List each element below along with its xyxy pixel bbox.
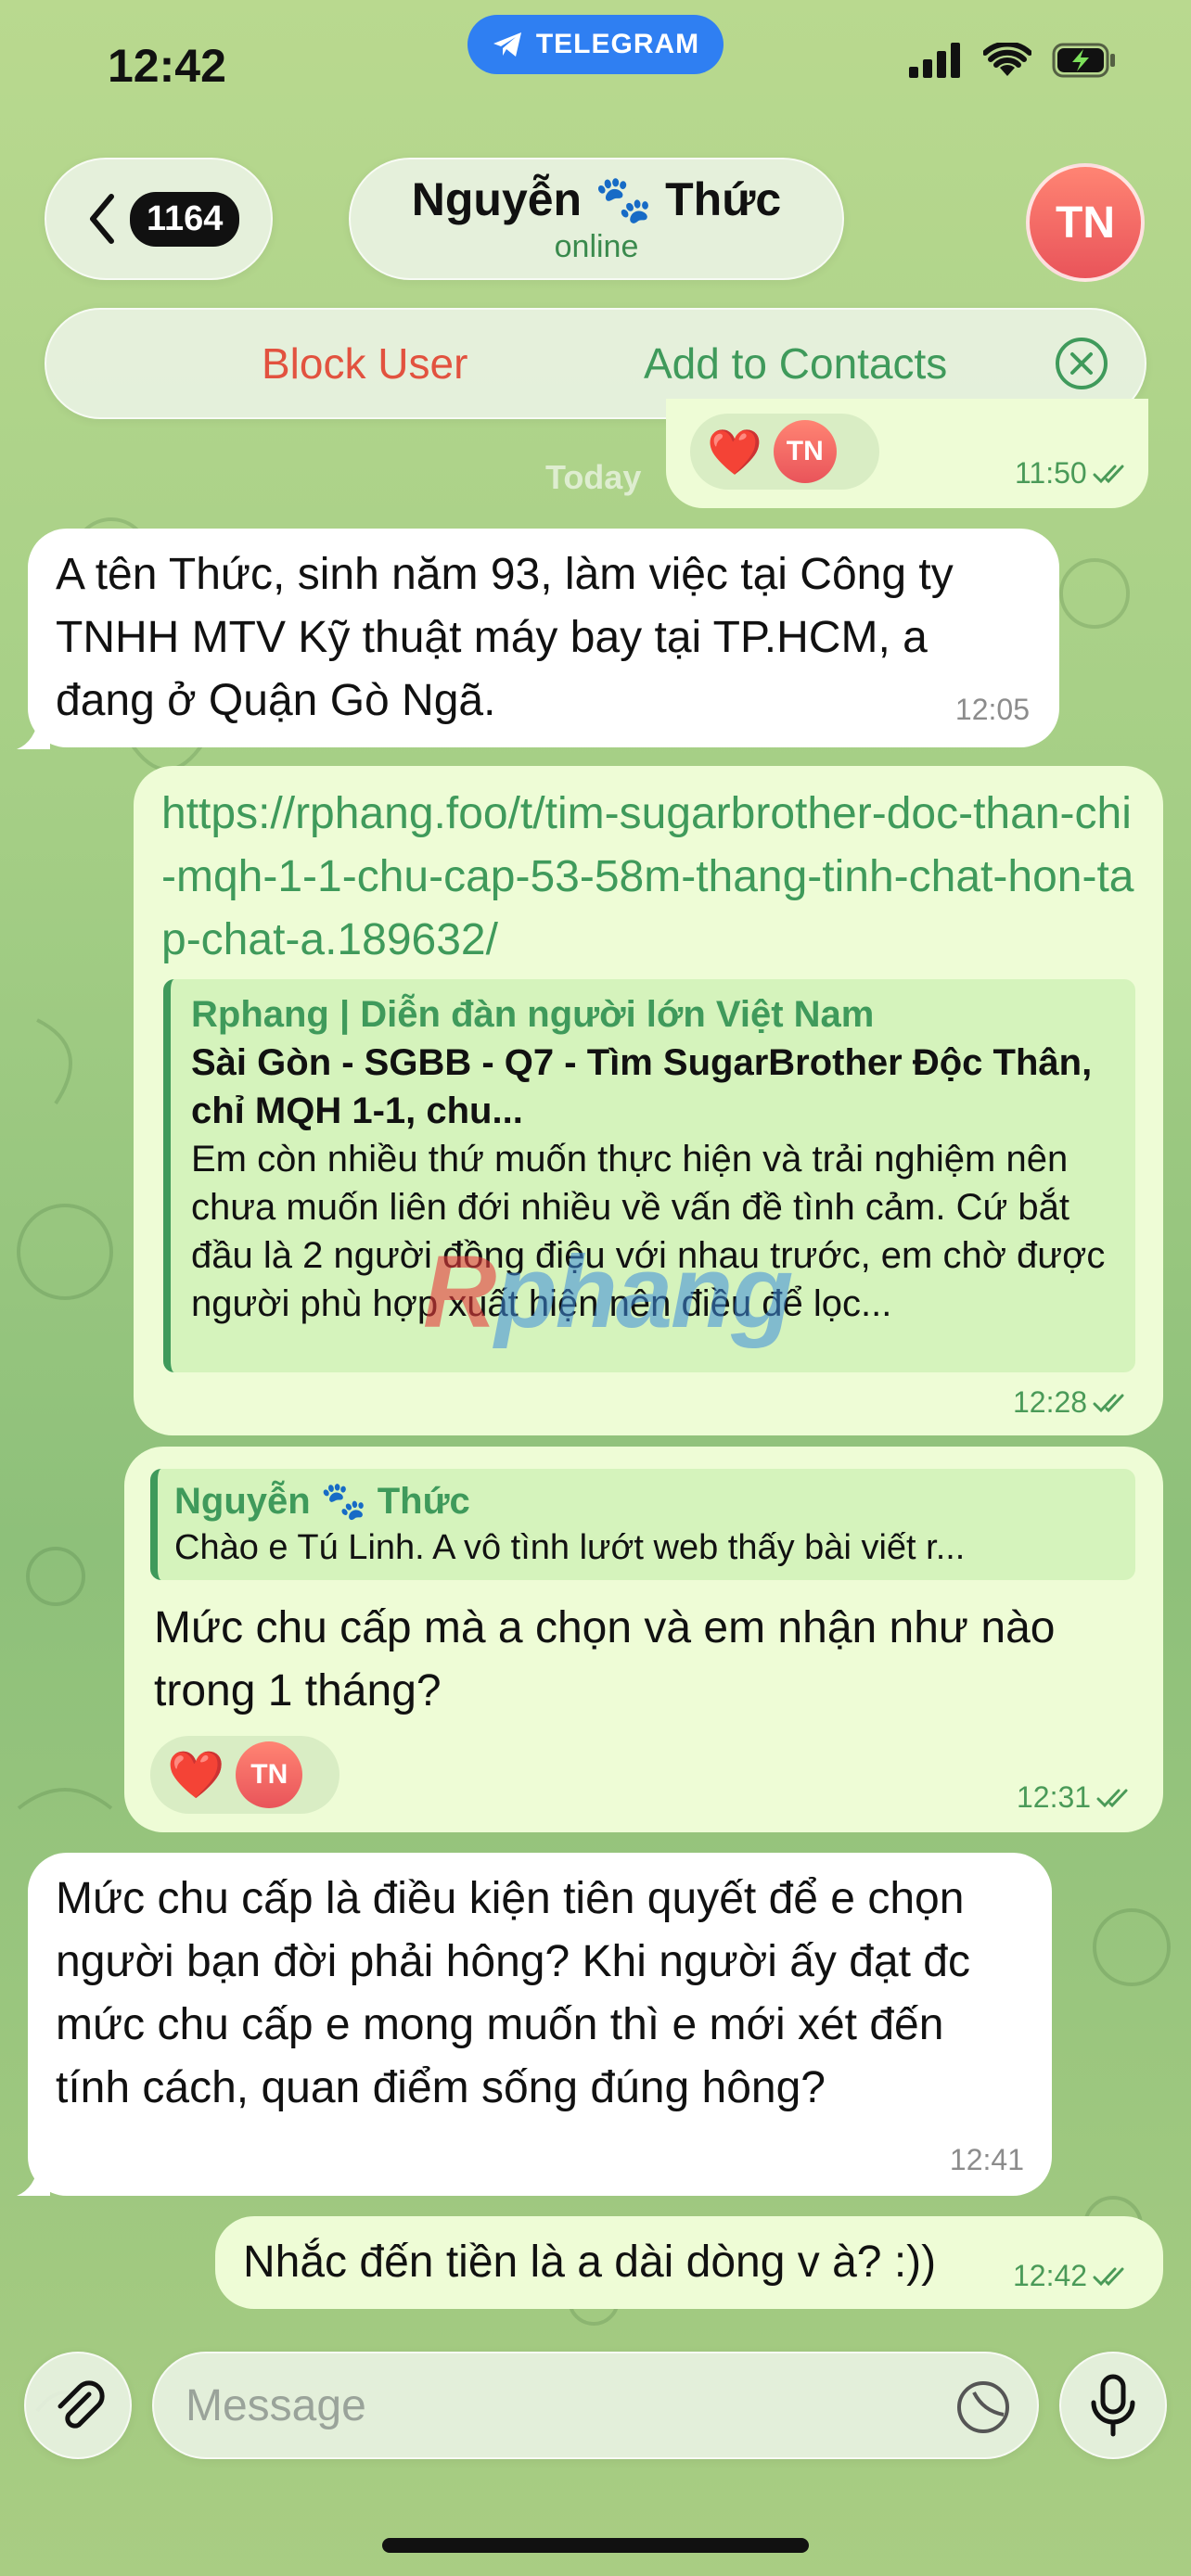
message-time: 12:05 [954,693,1030,726]
paperclip-icon [58,2380,105,2429]
bubble-tail [17,716,50,749]
telegram-pill-label: TELEGRAM [535,29,700,59]
double-check-icon [1093,465,1124,483]
wifi-icon [983,43,1031,76]
microphone-button[interactable] [1059,2352,1167,2459]
watermark-logo: Rphang [423,1235,793,1349]
status-time: 12:42 [108,40,226,92]
message-text: Nhắc đến tiền là a dài dòng v à? :)) [243,2238,937,2287]
message-text: Mức chu cấp mà a chọn và em nhận như nào… [154,1603,1056,1715]
link-preview-site: Rphang | Diễn đàn người lớn Việt Nam [191,994,875,1035]
link-preview-title: Sài Gòn - SGBB - Q7 - Tìm SugarBrother Đ… [191,1042,1093,1131]
signal-icon [909,43,960,78]
back-button[interactable]: 1164 [45,158,273,280]
message-text: A tên Thức, sinh năm 93, làm việc tại Cô… [56,550,954,725]
message-field[interactable] [186,2379,946,2431]
contact-avatar[interactable]: TN [1026,163,1145,282]
bubble-tail [17,2162,50,2196]
message-reaction[interactable]: ❤️ TN [690,414,879,490]
chevron-left-icon [90,194,114,244]
watermark-initial: R [423,1235,496,1349]
attach-button[interactable] [24,2352,132,2459]
sticker-icon[interactable] [955,2379,1011,2435]
block-user-button[interactable]: Block User [262,338,467,389]
message-bubble-incoming[interactable]: A tên Thức, sinh năm 93, làm việc tại Cô… [28,529,1059,747]
double-check-icon [1093,1394,1124,1412]
reply-author: Nguyễn 🐾 Thức [174,1481,470,1522]
heart-reaction-icon: ❤️ [167,1748,225,1801]
unread-count-badge: 1164 [130,191,240,247]
battery-charging-icon [1052,43,1115,78]
telegram-icon [493,32,521,57]
message-time: 12:31 [1017,1780,1133,1815]
date-separator: Today [545,458,642,496]
heart-reaction-icon: ❤️ [707,427,762,478]
home-indicator[interactable] [382,2538,809,2553]
contact-status: online [554,229,639,264]
add-to-contacts-button[interactable]: Add to Contacts [644,338,947,389]
double-check-icon [1093,2267,1124,2286]
contact-name: Nguyễn 🐾 Thức [411,173,782,225]
message-text: Mức chu cấp là điều kiện tiên quyết để e… [56,1874,970,2112]
message-bubble-incoming[interactable]: Mức chu cấp là điều kiện tiên quyết để e… [28,1853,1052,2196]
reply-text: Chào e Tú Linh. A vô tình lướt web thấy … [174,1528,966,1567]
status-indicators [909,43,1117,78]
message-time: 12:28 [1013,1385,1130,1420]
microphone-icon [1091,2374,1135,2437]
message-time: 11:50 [1015,456,1130,491]
double-check-icon [1096,1789,1128,1807]
close-circle-icon[interactable] [1054,336,1109,391]
message-time: 12:41 [949,2143,1024,2176]
reaction-avatar: TN [236,1741,303,1808]
reply-quote[interactable]: Nguyễn 🐾 Thức Chào e Tú Linh. A vô tình … [150,1469,1135,1580]
telegram-source-pill[interactable]: TELEGRAM [467,15,724,74]
message-time: 12:42 [1013,2259,1130,2293]
chat-title[interactable]: Nguyễn 🐾 Thức online [349,158,844,280]
message-link[interactable]: https://rphang.foo/t/tim-sugarbrother-do… [161,783,1137,972]
message-reaction[interactable]: ❤️ TN [150,1736,339,1814]
reaction-avatar: TN [773,420,837,483]
message-input[interactable] [152,2352,1039,2459]
